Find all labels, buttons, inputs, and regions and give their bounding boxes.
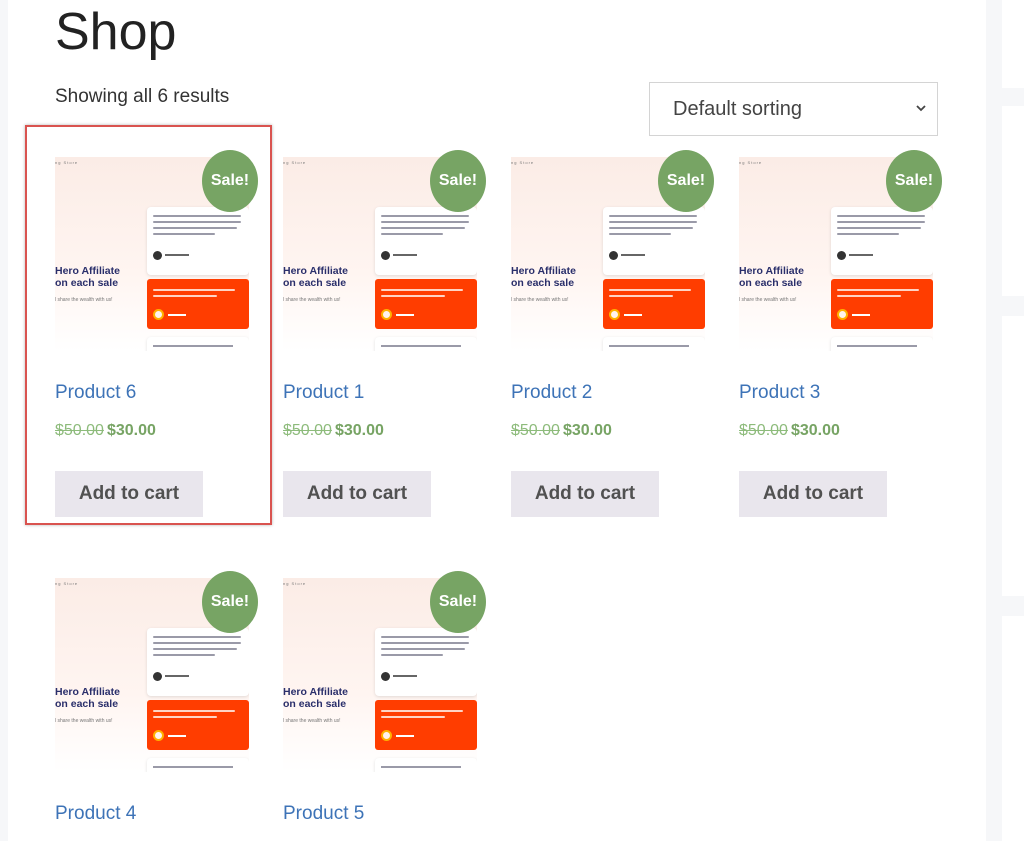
- sale-badge: Sale!: [202, 571, 258, 633]
- testimonial-card: [147, 758, 249, 772]
- thumbnail-hero-text: Hero Affiliate on each sale: [55, 265, 120, 289]
- regular-price: $50.00: [511, 422, 560, 439]
- sale-price: $30.00: [106, 422, 156, 439]
- product-price: $50.00 $30.00: [55, 422, 156, 440]
- thumbnail-sub-text: l share the wealth with us!: [511, 297, 569, 303]
- thumbnail-nav-text: ng Store: [55, 160, 79, 165]
- product-title-link[interactable]: Product 2: [511, 382, 592, 404]
- product-card: ng Store Hero Affiliate on each sale l sh…: [511, 150, 714, 522]
- sidebar-widget: [1002, 106, 1024, 296]
- product-card: ng Store Hero Affiliate on each sale l sh…: [739, 150, 942, 522]
- product-title-link[interactable]: Product 4: [55, 803, 136, 825]
- chevron-down-icon: [916, 105, 926, 112]
- product-card: ng Store Hero Affiliate on each sale l sh…: [55, 571, 258, 841]
- sort-select[interactable]: Default sorting: [649, 82, 938, 136]
- sidebar-widget: [1002, 316, 1024, 596]
- testimonial-card: [831, 207, 933, 275]
- sale-price: $30.00: [562, 422, 612, 439]
- product-price: $50.00 $30.00: [739, 422, 840, 440]
- testimonial-card: [831, 337, 933, 351]
- add-to-cart-button[interactable]: Add to cart: [283, 471, 431, 517]
- testimonial-card-highlighted: [831, 279, 933, 329]
- sale-badge: Sale!: [658, 150, 714, 212]
- regular-price: $50.00: [739, 422, 788, 439]
- thumbnail-hero-text: Hero Affiliate on each sale: [283, 686, 348, 710]
- product-card: ng Store Hero Affiliate on each sale l sh…: [55, 150, 258, 522]
- sale-badge: Sale!: [202, 150, 258, 212]
- thumbnail-sub-text: l share the wealth with us!: [283, 718, 341, 724]
- testimonial-card-highlighted: [375, 279, 477, 329]
- sale-badge: Sale!: [430, 571, 486, 633]
- thumbnail-nav-text: ng Store: [283, 581, 307, 586]
- product-title-link[interactable]: Product 5: [283, 803, 364, 825]
- testimonial-card-highlighted: [147, 700, 249, 750]
- thumbnail-hero-text: Hero Affiliate on each sale: [55, 686, 120, 710]
- thumbnail-nav-text: ng Store: [511, 160, 535, 165]
- sale-price: $30.00: [334, 422, 384, 439]
- sale-badge: Sale!: [430, 150, 486, 212]
- product-title-link[interactable]: Product 3: [739, 382, 820, 404]
- testimonial-card-highlighted: [147, 279, 249, 329]
- thumbnail-hero-text: Hero Affiliate on each sale: [511, 265, 576, 289]
- thumbnail-sub-text: l share the wealth with us!: [55, 718, 113, 724]
- sidebar: [986, 0, 1024, 841]
- sidebar-widget: [1002, 616, 1024, 841]
- sale-price: $30.00: [790, 422, 840, 439]
- sale-badge: Sale!: [886, 150, 942, 212]
- add-to-cart-button[interactable]: Add to cart: [55, 471, 203, 517]
- thumbnail-sub-text: l share the wealth with us!: [283, 297, 341, 303]
- testimonial-card: [375, 758, 477, 772]
- product-price: $50.00 $30.00: [511, 422, 612, 440]
- sidebar-widget: [1002, 0, 1024, 88]
- product-title-link[interactable]: Product 6: [55, 382, 136, 404]
- thumbnail-sub-text: l share the wealth with us!: [739, 297, 797, 303]
- thumbnail-hero-text: Hero Affiliate on each sale: [283, 265, 348, 289]
- thumbnail-nav-text: ng Store: [55, 581, 79, 586]
- testimonial-card-highlighted: [603, 279, 705, 329]
- testimonial-card: [147, 337, 249, 351]
- testimonial-card-highlighted: [375, 700, 477, 750]
- shop-content: Shop Showing all 6 results Default sorti…: [8, 0, 986, 841]
- page-left-gutter: [0, 0, 8, 841]
- thumbnail-sub-text: l share the wealth with us!: [55, 297, 113, 303]
- thumbnail-hero-text: Hero Affiliate on each sale: [739, 265, 804, 289]
- testimonial-card: [375, 207, 477, 275]
- thumbnail-nav-text: ng Store: [739, 160, 763, 165]
- product-card: ng Store Hero Affiliate on each sale l sh…: [283, 571, 486, 841]
- page-title: Shop: [55, 3, 177, 61]
- product-price: $50.00 $30.00: [283, 422, 384, 440]
- add-to-cart-button[interactable]: Add to cart: [511, 471, 659, 517]
- regular-price: $50.00: [55, 422, 104, 439]
- testimonial-card: [147, 628, 249, 696]
- testimonial-card: [603, 337, 705, 351]
- testimonial-card: [375, 337, 477, 351]
- regular-price: $50.00: [283, 422, 332, 439]
- result-count: Showing all 6 results: [55, 86, 230, 107]
- product-card: ng Store Hero Affiliate on each sale l sh…: [283, 150, 486, 522]
- add-to-cart-button[interactable]: Add to cart: [739, 471, 887, 517]
- testimonial-card: [603, 207, 705, 275]
- product-title-link[interactable]: Product 1: [283, 382, 364, 404]
- testimonial-card: [147, 207, 249, 275]
- testimonial-card: [375, 628, 477, 696]
- sort-select-value: Default sorting: [673, 97, 802, 120]
- thumbnail-nav-text: ng Store: [283, 160, 307, 165]
